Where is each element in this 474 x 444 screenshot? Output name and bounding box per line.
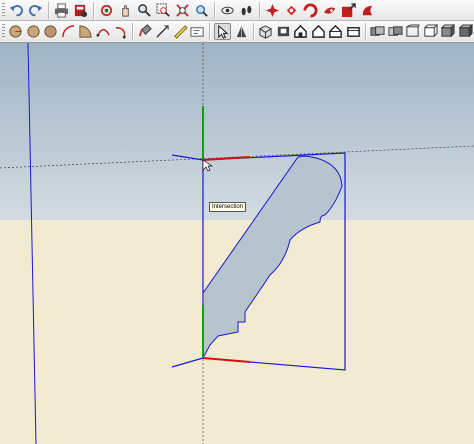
warehouse-icon[interactable] — [302, 2, 319, 19]
polygon-icon[interactable] — [60, 23, 76, 40]
left-view-icon[interactable] — [345, 23, 361, 40]
textured-icon[interactable] — [458, 23, 474, 40]
inference-tooltip: Intersection — [209, 202, 247, 212]
toolbar-separator — [48, 1, 49, 19]
get-models-icon[interactable] — [359, 2, 376, 19]
right-view-icon[interactable] — [310, 23, 326, 40]
toolbar-separator — [93, 1, 94, 19]
model-info-icon[interactable] — [72, 2, 89, 19]
arc-icon[interactable] — [8, 23, 24, 40]
back-view-icon[interactable] — [328, 23, 344, 40]
drawing-viewport[interactable]: Intersection — [0, 43, 474, 444]
section-display-icon[interactable] — [233, 23, 249, 40]
share-model-icon[interactable] — [340, 2, 357, 19]
redo-icon[interactable] — [27, 2, 44, 19]
wireframe-icon[interactable] — [405, 23, 421, 40]
rotated-rectangle-icon[interactable] — [43, 23, 59, 40]
iso-view-icon[interactable] — [258, 23, 274, 40]
pie-icon[interactable] — [25, 23, 41, 40]
zoom-window-icon[interactable] — [155, 2, 172, 19]
undo-icon[interactable] — [8, 2, 25, 19]
look-around-icon[interactable] — [264, 2, 281, 19]
toolbar-grip[interactable] — [2, 2, 5, 18]
top-view-icon[interactable] — [275, 23, 291, 40]
hidden-line-icon[interactable] — [423, 23, 439, 40]
previous-view-icon[interactable] — [193, 2, 210, 19]
walk-icon[interactable] — [238, 2, 255, 19]
orbit-icon[interactable] — [98, 2, 115, 19]
toolbar-separator — [209, 23, 211, 40]
tape-measure-icon[interactable] — [155, 23, 171, 40]
position-camera-icon[interactable] — [219, 2, 236, 19]
main-toolbar — [0, 0, 474, 21]
drawing-toolbar — [0, 21, 474, 43]
toolbar-separator — [259, 1, 260, 19]
toolbar-separator — [214, 1, 215, 19]
protractor-icon[interactable] — [172, 23, 188, 40]
extension-warehouse-icon[interactable] — [321, 2, 338, 19]
section-plane-icon[interactable] — [283, 2, 300, 19]
xray-icon[interactable] — [370, 23, 386, 40]
arc-3pt-icon[interactable] — [113, 23, 129, 40]
zoom-extents-icon[interactable] — [174, 2, 191, 19]
circle-icon[interactable] — [78, 23, 94, 40]
toolbar-separator — [365, 23, 366, 40]
shaded-icon[interactable] — [440, 23, 456, 40]
print-icon[interactable] — [53, 2, 70, 19]
model-canvas[interactable] — [0, 43, 474, 444]
paint-bucket-icon[interactable] — [137, 23, 153, 40]
toolbar-grip[interactable] — [2, 24, 5, 39]
arc-2pt-icon[interactable] — [95, 23, 111, 40]
toolbar-separator — [132, 23, 134, 40]
sky — [0, 43, 474, 220]
front-view-icon[interactable] — [293, 23, 309, 40]
toolbar-separator — [252, 23, 254, 40]
back-edges-icon[interactable] — [387, 23, 403, 40]
pan-icon[interactable] — [117, 2, 134, 19]
select-icon[interactable] — [214, 23, 232, 40]
zoom-icon[interactable] — [136, 2, 153, 19]
text-icon[interactable] — [190, 23, 206, 40]
